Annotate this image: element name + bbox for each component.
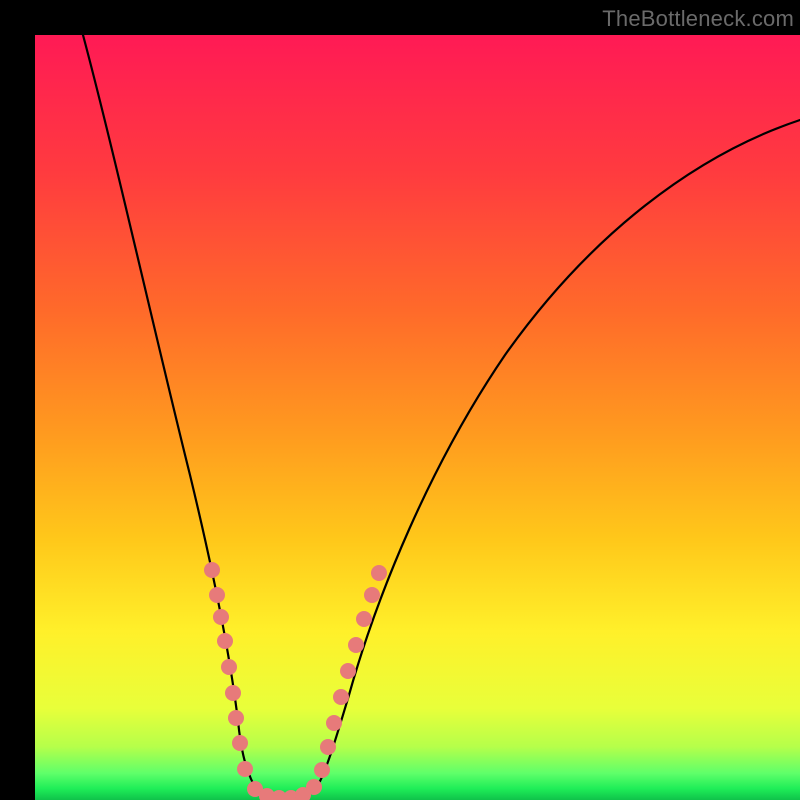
data-dot <box>371 565 387 581</box>
data-dot <box>221 659 237 675</box>
data-dot <box>356 611 372 627</box>
data-dot <box>225 685 241 701</box>
plot-area <box>35 35 800 800</box>
data-dot <box>217 633 233 649</box>
right-curve <box>288 120 800 799</box>
data-dot <box>204 562 220 578</box>
data-dot <box>326 715 342 731</box>
data-dot <box>232 735 248 751</box>
data-dot <box>306 779 322 795</box>
chart-stage: TheBottleneck.com <box>0 0 800 800</box>
data-dot <box>340 663 356 679</box>
data-dot <box>320 739 336 755</box>
data-dot <box>314 762 330 778</box>
data-dot <box>348 637 364 653</box>
data-dot <box>364 587 380 603</box>
data-dot <box>333 689 349 705</box>
left-curve <box>83 35 283 799</box>
data-dot <box>237 761 253 777</box>
data-dot <box>228 710 244 726</box>
data-dot <box>213 609 229 625</box>
data-dot <box>209 587 225 603</box>
chart-layer <box>35 35 800 800</box>
watermark-text: TheBottleneck.com <box>602 6 794 32</box>
